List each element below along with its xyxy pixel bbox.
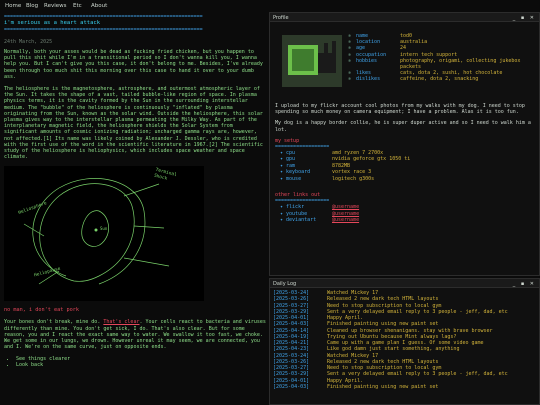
deviantart-link[interactable]: @username	[332, 217, 359, 223]
profile-panel: Profile _ ▪ ✕ ✱ name tod0 ✱ location austral…	[269, 12, 540, 276]
log-date: [2025-04-03]	[273, 383, 310, 390]
heliosphere-sketch: Heliosphere Terminal Shock Heliopause Su…	[4, 166, 204, 302]
profile-bio: I upload to my flickr account cool photo…	[275, 103, 537, 223]
daily-log-panel: Daily Log _ ▪ ✕ [2025-03-24] Watched Mick…	[269, 278, 540, 405]
profile-panel-title: Profile	[273, 14, 289, 21]
post-paragraph-1: Normally, both your asses would be dead …	[4, 49, 263, 80]
info-value: photography, origami, collecting jukebox…	[400, 57, 521, 70]
info-key: hobbies	[356, 57, 378, 64]
blog-post: ========================================…	[4, 14, 266, 405]
list-item: Look back	[16, 362, 266, 368]
info-row: ✱ hobbies photography, origami, collecting…	[348, 58, 538, 70]
post-title: i'm serious as a heart attack	[4, 20, 101, 26]
setup-value: logitech g300s	[332, 175, 375, 182]
pixel-art-icon	[282, 35, 342, 87]
link-row: ✦ deviantart @username	[280, 217, 537, 223]
top-nav: Home Blog Reviews Etc About	[0, 0, 540, 12]
nav-reviews[interactable]: Reviews	[44, 3, 67, 9]
post-paragraph-3: Your bones don't break, mine do. That's …	[4, 319, 266, 350]
info-key: dislikes	[356, 76, 381, 83]
daily-log-title: Daily Log	[273, 280, 297, 287]
leaf-icon: ✱	[348, 57, 352, 64]
setup-row: ✦ mouse logitech g300s	[280, 176, 537, 182]
avatar	[282, 35, 342, 87]
bio-paragraph-2: My dog is a happy border collie, he is s…	[275, 120, 531, 133]
bullet-list: See things clearer Look back	[16, 356, 266, 368]
window-controls[interactable]: _ ▪ ✕	[513, 281, 536, 287]
link-key-text: deviantart	[286, 216, 317, 223]
daily-log-header[interactable]: Daily Log _ ▪ ✕	[270, 279, 539, 288]
profile-info: ✱ name tod0 ✱ location australia ✱ age 24 ✱ occ…	[348, 33, 538, 83]
setup-key-text: mouse	[286, 175, 302, 182]
post-date: 24th March, 2025	[4, 39, 53, 45]
log-text: Finished painting using new paint set	[327, 383, 439, 390]
link-key-text: youtube	[286, 210, 308, 217]
info-value: caffeine, dota 2, snacking	[400, 76, 479, 83]
daily-log-list[interactable]: [2025-03-24] Watched Mickey 17 [2025-03-26…	[270, 288, 539, 392]
info-row: ✱ dislikes caffeine, dota 2, snacking	[348, 76, 538, 82]
setup-key: ✦ mouse	[280, 175, 302, 182]
heliosphere-drawing	[23, 178, 170, 285]
log-row: [2025-04-03] Finished painting using new …	[273, 384, 536, 390]
leaf-icon: ✱	[348, 76, 352, 83]
setup-key-text: keyboard	[286, 169, 311, 176]
section-title: no man, i don't eat pork	[4, 307, 79, 314]
setup-key-text: cpu	[286, 150, 296, 157]
setup-key-text: gpu	[286, 156, 296, 163]
profile-panel-header[interactable]: Profile _ ▪ ✕	[270, 13, 539, 22]
sketch-label-sun: Sun	[100, 226, 108, 232]
title-rule-bottom: ========================================…	[4, 27, 203, 33]
link-key: ✦ deviantart	[280, 216, 317, 223]
nav-etc[interactable]: Etc	[73, 3, 82, 9]
bio-paragraph-1: I upload to my flickr account cool photo…	[275, 103, 525, 116]
nav-home[interactable]: Home	[5, 3, 21, 9]
nav-blog[interactable]: Blog	[26, 3, 38, 9]
thats-clear-link[interactable]: That's clear	[103, 319, 139, 325]
window-controls[interactable]: _ ▪ ✕	[513, 15, 536, 21]
nav-about[interactable]: About	[91, 3, 107, 9]
post-paragraph-2: The heliosphere is the magnetosphere, as…	[4, 86, 263, 161]
link-key-text: flickr	[286, 204, 305, 211]
setup-key-text: ram	[286, 162, 296, 169]
paragraph-3-intro: Your bones don't break, mine do.	[4, 319, 104, 326]
